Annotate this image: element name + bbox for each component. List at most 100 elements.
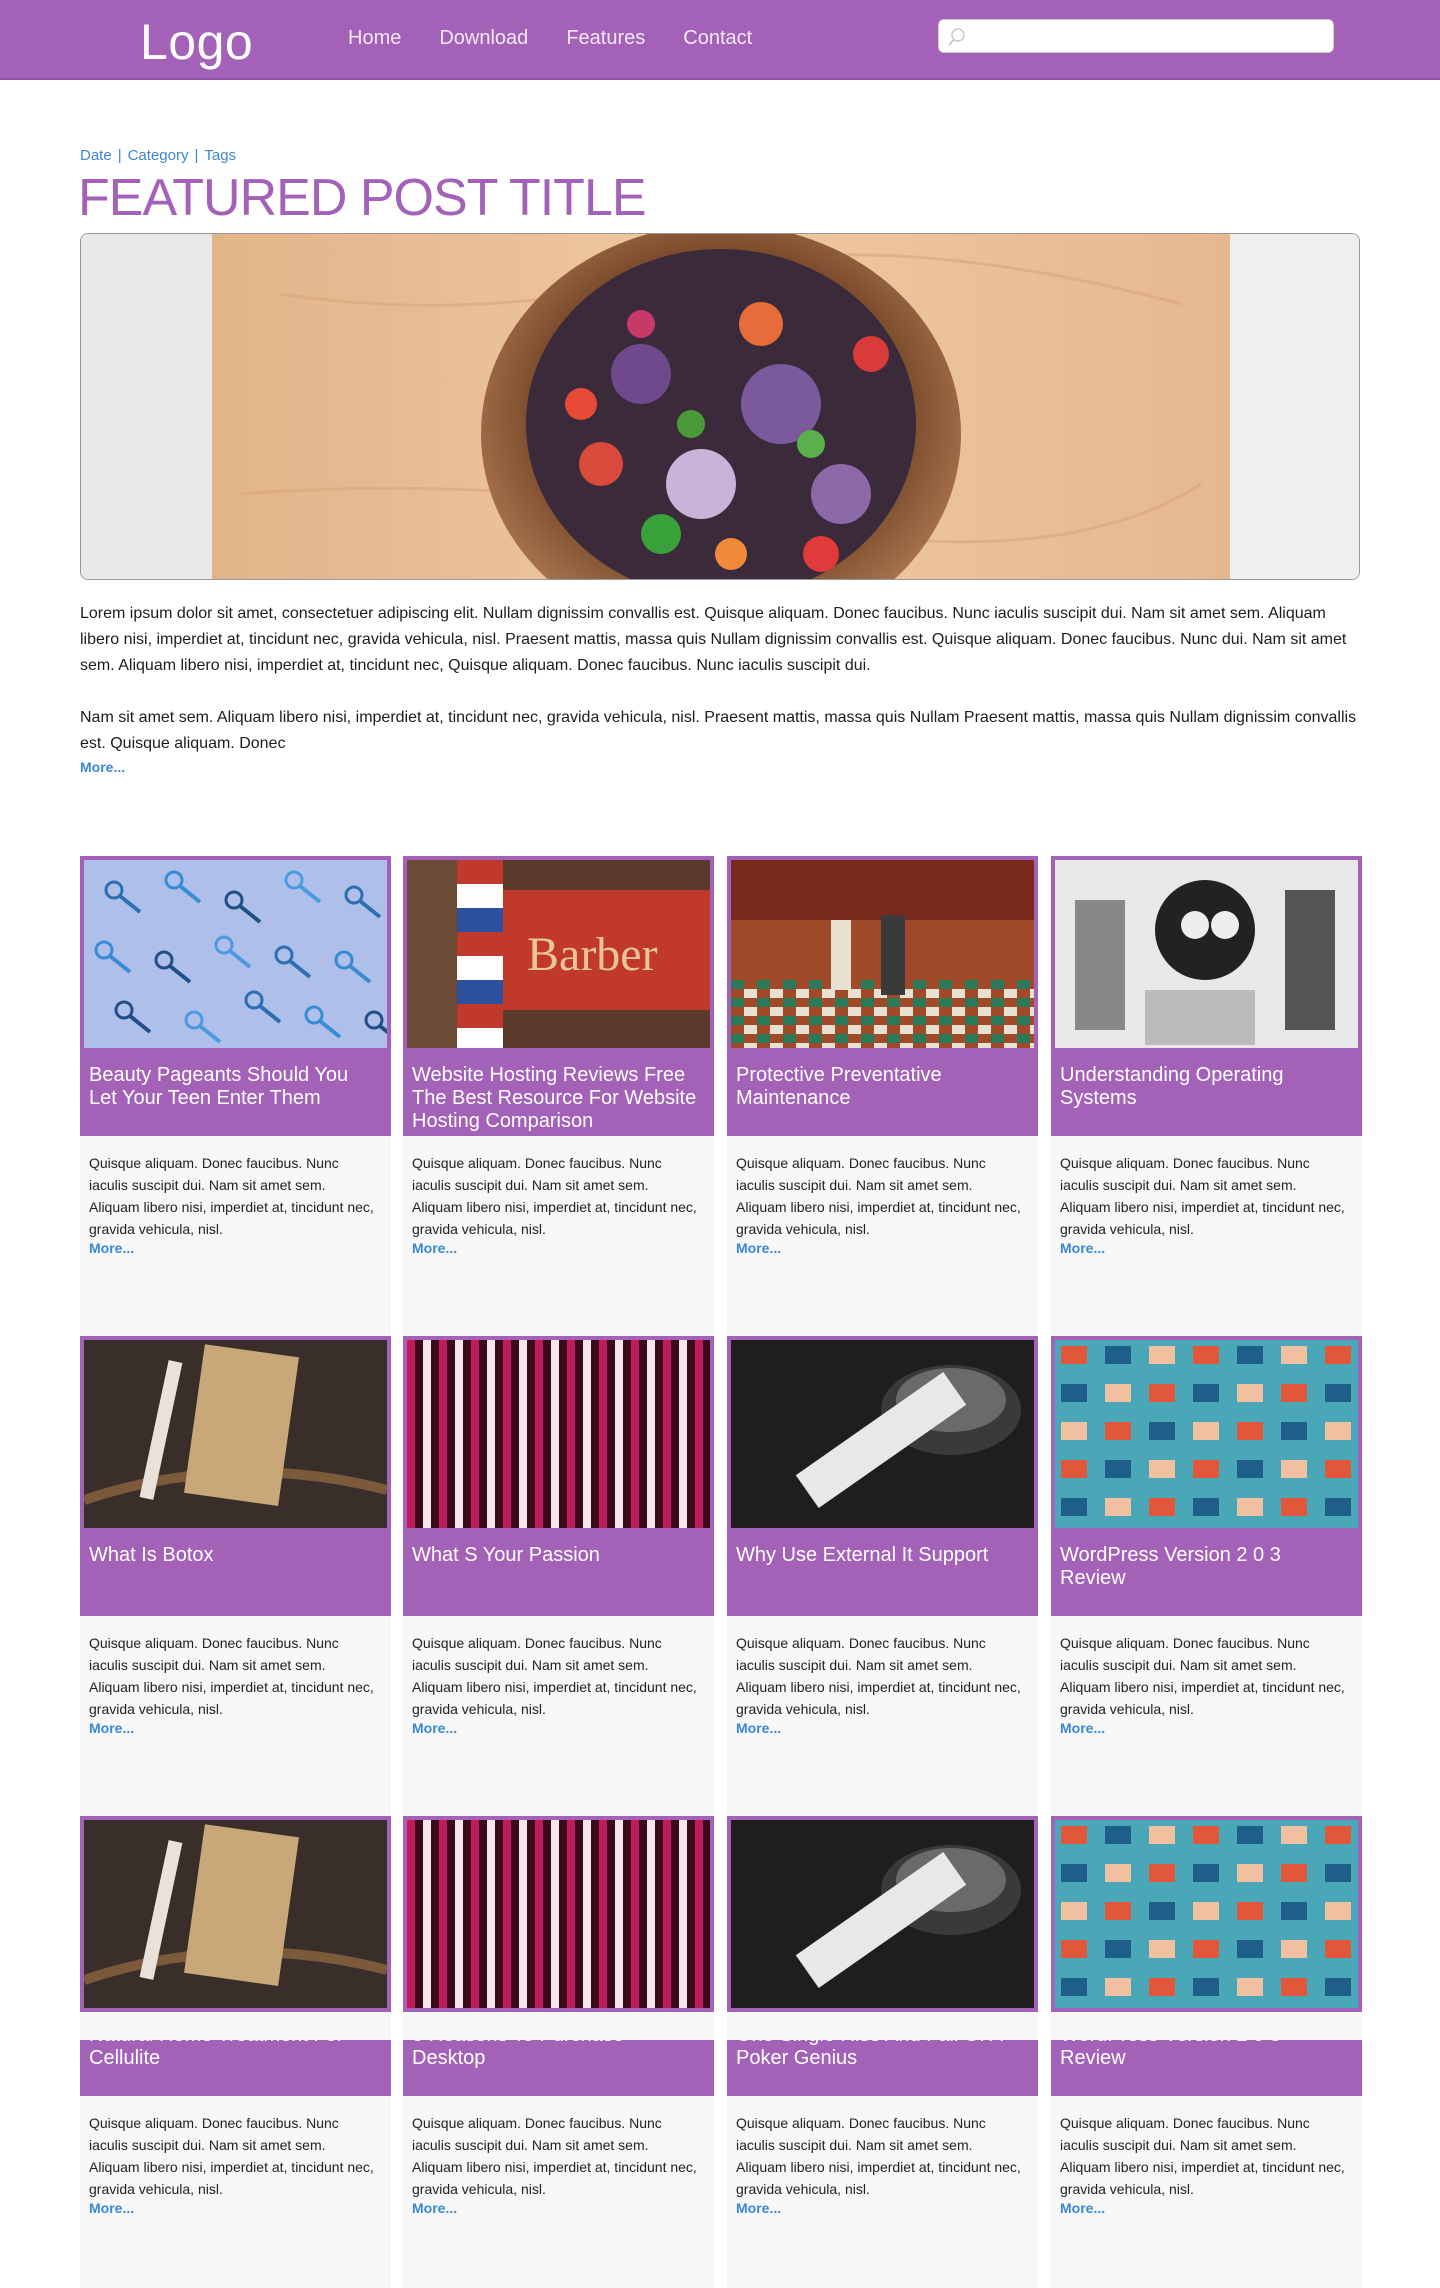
post-card[interactable]: Barber Website Hosting Reviews Free The B… — [403, 856, 714, 1336]
clipper-tin-image — [731, 1340, 1034, 1528]
post-title-band: One Single Rise And Fall Of A Poker Geni… — [727, 2040, 1038, 2096]
post-title-band: 5 Reasons To Purchase Desktop — [403, 2040, 714, 2096]
clipper-tin-image — [731, 1820, 1034, 2008]
post-title[interactable]: Beauty Pageants Should You Let Your Teen… — [89, 1064, 379, 1110]
post-thumbnail[interactable] — [1051, 856, 1362, 1052]
post-title[interactable]: Website Hosting Reviews Free The Best Re… — [412, 1064, 702, 1133]
post-title[interactable]: Why Use External It Support — [736, 1544, 1026, 1567]
post-title[interactable]: What S Your Passion — [412, 1544, 702, 1567]
post-card[interactable]: One Single Rise And Fall Of A Poker Geni… — [727, 1816, 1038, 2288]
post-excerpt: Quisque aliquam. Donec faucibus. Nunc ia… — [1060, 2115, 1345, 2197]
search-box[interactable] — [938, 19, 1334, 53]
post-title[interactable]: WordPress Version 2 0 3 Review — [1060, 2040, 1350, 2070]
featured-more-link[interactable]: More... — [80, 759, 125, 775]
post-excerpt: Quisque aliquam. Donec faucibus. Nunc ia… — [412, 1155, 697, 1237]
post-more-link[interactable]: More... — [1060, 1240, 1105, 1256]
post-thumbnail[interactable] — [80, 856, 391, 1052]
meta-separator: | — [194, 147, 199, 164]
meta-category-link[interactable]: Category — [128, 147, 189, 164]
post-card[interactable]: Why Use External It Support Quisque aliqu… — [727, 1336, 1038, 1816]
post-title-band: Protective Preventative Maintenance — [727, 1052, 1038, 1136]
barber-pole-sign-image: Barber — [407, 860, 710, 1048]
nav-features-link[interactable]: Features — [566, 22, 645, 54]
post-card[interactable]: WordPress Version 2 0 3 Review Quisque al… — [1051, 1336, 1362, 1816]
nav-links: Home Download Features Contact — [348, 22, 752, 54]
post-more-link[interactable]: More... — [412, 1720, 457, 1736]
nav-contact-link[interactable]: Contact — [683, 22, 752, 54]
post-title[interactable]: What Is Botox — [89, 1544, 379, 1567]
meta-tags-link[interactable]: Tags — [204, 147, 236, 164]
post-title[interactable]: 5 Reasons To Purchase Desktop — [412, 2040, 702, 2070]
post-thumbnail[interactable] — [727, 1336, 1038, 1532]
post-thumbnail[interactable] — [80, 1816, 391, 2012]
post-more-link[interactable]: More... — [1060, 2200, 1105, 2216]
post-thumbnail[interactable] — [403, 1816, 714, 2012]
nav-home-link[interactable]: Home — [348, 22, 401, 54]
post-thumbnail[interactable] — [727, 1816, 1038, 2012]
post-title[interactable]: Natural Home Treatment For Cellulite — [89, 2040, 379, 2070]
featured-post-title[interactable]: FEATURED POST TITLE — [78, 168, 647, 228]
post-title[interactable]: Protective Preventative Maintenance — [736, 1064, 1026, 1110]
post-excerpt: Quisque aliquam. Donec faucibus. Nunc ia… — [412, 2115, 697, 2197]
post-more-link[interactable]: More... — [89, 2200, 134, 2216]
post-title-band: Natural Home Treatment For Cellulite — [80, 2040, 391, 2096]
search-icon — [948, 28, 965, 46]
post-title-band: What Is Botox — [80, 1532, 391, 1616]
post-more-link[interactable]: More... — [412, 1240, 457, 1256]
post-card[interactable]: WordPress Version 2 0 3 Review Quisque al… — [1051, 1816, 1362, 2288]
nav-download-link[interactable]: Download — [439, 22, 528, 54]
post-thumbnail[interactable] — [1051, 1816, 1362, 2012]
top-navbar: Logo Home Download Features Contact — [0, 0, 1440, 80]
post-more-link[interactable]: More... — [89, 1240, 134, 1256]
post-card[interactable]: Natural Home Treatment For Cellulite Quis… — [80, 1816, 391, 2288]
post-thumbnail[interactable] — [1051, 1336, 1362, 1532]
cubist-sketch-image — [1055, 860, 1358, 1048]
post-title-band: What S Your Passion — [403, 1532, 714, 1616]
post-title-band: Website Hosting Reviews Free The Best Re… — [403, 1052, 714, 1136]
post-card[interactable]: What Is Botox Quisque aliquam. Donec fauc… — [80, 1336, 391, 1816]
post-card[interactable]: What S Your Passion Quisque aliquam. Done… — [403, 1336, 714, 1816]
post-excerpt: Quisque aliquam. Donec faucibus. Nunc ia… — [412, 1635, 697, 1717]
post-more-link[interactable]: More... — [736, 1720, 781, 1736]
post-excerpt: Quisque aliquam. Donec faucibus. Nunc ia… — [736, 2115, 1021, 2197]
post-title-band: Beauty Pageants Should You Let Your Teen… — [80, 1052, 391, 1136]
post-excerpt: Quisque aliquam. Donec faucibus. Nunc ia… — [89, 1635, 374, 1717]
post-card[interactable]: 5 Reasons To Purchase Desktop Quisque ali… — [403, 1816, 714, 2288]
post-excerpt: Quisque aliquam. Donec faucibus. Nunc ia… — [89, 2115, 374, 2197]
post-more-link[interactable]: More... — [412, 2200, 457, 2216]
post-thumbnail[interactable] — [403, 1336, 714, 1532]
post-title-band: WordPress Version 2 0 3 Review — [1051, 2040, 1362, 2096]
featured-image[interactable] — [80, 233, 1360, 580]
post-excerpt: Quisque aliquam. Donec faucibus. Nunc ia… — [1060, 1635, 1345, 1717]
svg-text:Barber: Barber — [527, 928, 658, 981]
post-title-band: Understanding Operating Systems — [1051, 1052, 1362, 1136]
post-card[interactable]: Protective Preventative Maintenance Quisq… — [727, 856, 1038, 1336]
red-stripes-image — [407, 1820, 710, 2008]
post-more-link[interactable]: More... — [736, 2200, 781, 2216]
scissors-pattern-image — [84, 860, 387, 1048]
post-title[interactable]: Understanding Operating Systems — [1060, 1064, 1350, 1110]
meta-date-link[interactable]: Date — [80, 147, 112, 164]
post-excerpt: Quisque aliquam. Donec faucibus. Nunc ia… — [1060, 1155, 1345, 1237]
teal-pattern-image — [1055, 1820, 1358, 2008]
featured-paragraph: Lorem ipsum dolor sit amet, consectetuer… — [80, 605, 1347, 674]
post-excerpt: Quisque aliquam. Donec faucibus. Nunc ia… — [736, 1635, 1021, 1717]
post-thumbnail[interactable]: Barber — [403, 856, 714, 1052]
razor-card-image — [84, 1820, 387, 2008]
post-thumbnail[interactable] — [727, 856, 1038, 1052]
post-more-link[interactable]: More... — [1060, 1720, 1105, 1736]
post-more-link[interactable]: More... — [736, 1240, 781, 1256]
post-title[interactable]: WordPress Version 2 0 3 Review — [1060, 1544, 1350, 1590]
post-title-band: WordPress Version 2 0 3 Review — [1051, 1532, 1362, 1616]
post-more-link[interactable]: More... — [89, 1720, 134, 1736]
salad-bowl-image — [81, 234, 1359, 579]
logo[interactable]: Logo — [140, 12, 253, 72]
red-stripes-image — [407, 1340, 710, 1528]
barbershop-painting-image — [731, 860, 1034, 1048]
post-card[interactable]: Beauty Pageants Should You Let Your Teen… — [80, 856, 391, 1336]
post-title[interactable]: One Single Rise And Fall Of A Poker Geni… — [736, 2040, 1026, 2070]
post-thumbnail[interactable] — [80, 1336, 391, 1532]
search-input[interactable] — [971, 24, 1321, 50]
post-title-band: Why Use External It Support — [727, 1532, 1038, 1616]
post-card[interactable]: Understanding Operating Systems Quisque a… — [1051, 856, 1362, 1336]
